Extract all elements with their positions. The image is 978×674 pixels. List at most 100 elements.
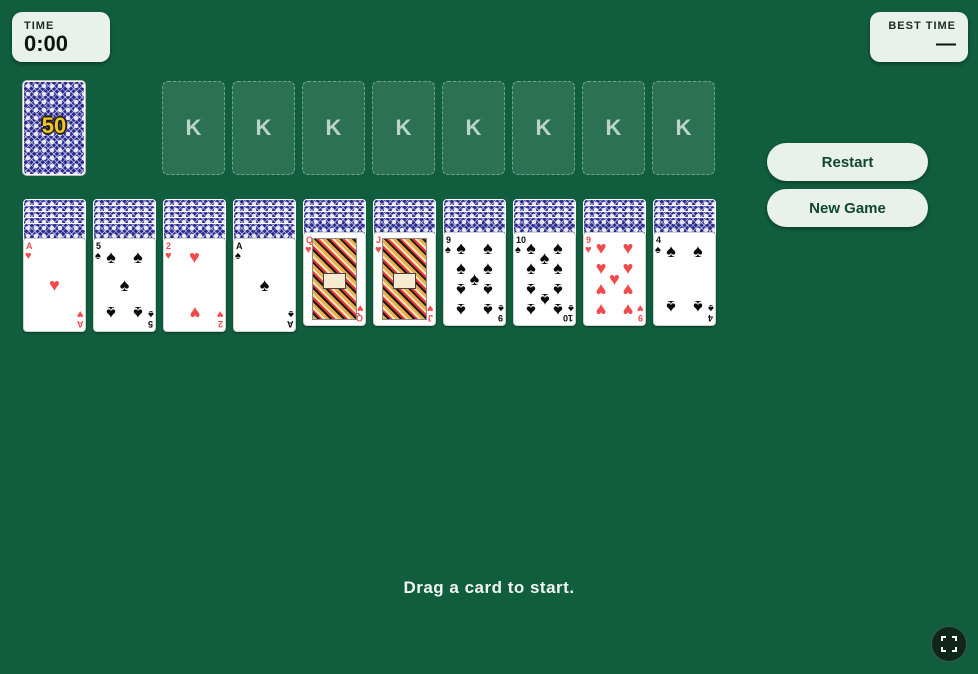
card-pip-icon: ♥	[189, 302, 200, 323]
face-up-card[interactable]: 4 ♠ 4 ♠ ♠ ♠ ♠ ♠	[653, 232, 716, 326]
card-rank: Q	[355, 313, 363, 323]
face-up-card[interactable]: 5 ♠ 5 ♠ ♠ ♠ ♠ ♠ ♠	[93, 238, 156, 332]
card-pip-icon: ♠	[456, 300, 466, 321]
card-rank: A	[76, 319, 84, 329]
card-pip-icon: ♠	[526, 257, 536, 278]
best-time-label: BEST TIME	[888, 20, 956, 32]
card-pip-icon: ♠	[119, 275, 130, 295]
foundation-slot[interactable]: K	[442, 81, 505, 175]
timer-value: 0:00	[24, 31, 69, 56]
card-suit-icon: ♥	[25, 250, 32, 262]
card-pip-icon: ♥	[622, 280, 634, 301]
card-suit-icon: ♠	[568, 302, 574, 314]
card-pip-icon: ♥	[622, 300, 634, 321]
card-pip-icon: ♠	[553, 257, 563, 278]
card-pip-icon: ♥	[189, 247, 200, 268]
new-game-button[interactable]: New Game	[767, 189, 928, 227]
foundation-slot[interactable]: K	[302, 81, 365, 175]
card-pip-icon: ♥	[622, 237, 634, 258]
foundation-slot[interactable]: K	[232, 81, 295, 175]
foundation-slot[interactable]: K	[582, 81, 645, 175]
card-pip-icon: ♠	[526, 280, 536, 301]
card-pip-icon: ♠	[483, 237, 493, 258]
card-pip-icon: ♥	[595, 237, 607, 258]
foundation-slot[interactable]: K	[372, 81, 435, 175]
face-up-card[interactable]: A ♠ A ♠ ♠	[233, 238, 296, 332]
face-up-card[interactable]: A ♥ A ♥ ♥	[23, 238, 86, 332]
foundation-label: K	[535, 115, 552, 140]
face-up-card[interactable]: 9 ♥ 9 ♥ ♥ ♥ ♥ ♥ ♥ ♥ ♥ ♥ ♥	[583, 232, 646, 326]
card-pip-icon: ♥	[49, 275, 60, 295]
card-suit-icon: ♥	[217, 308, 224, 320]
card-pip-icon: ♠	[539, 290, 550, 311]
card-pip-icon: ♠	[133, 302, 143, 323]
card-rank: 10	[562, 313, 573, 323]
card-pip-icon: ♠	[469, 269, 480, 289]
card-suit-icon: ♠	[445, 244, 451, 256]
card-rank: A	[286, 319, 294, 329]
foundation-label: K	[325, 115, 342, 140]
card-rank: 9	[497, 313, 503, 323]
card-pip-icon: ♠	[693, 241, 703, 262]
card-pip-icon: ♥	[609, 269, 620, 289]
card-suit-icon: ♥	[585, 244, 592, 256]
card-pip-icon: ♠	[456, 257, 466, 278]
best-time-value: —	[936, 33, 956, 55]
card-suit-icon: ♥	[305, 244, 312, 256]
card-pip-icon: ♠	[259, 275, 270, 295]
card-pip-icon: ♠	[553, 300, 563, 321]
card-suit-icon: ♠	[148, 308, 154, 320]
foundation-slot[interactable]: K	[652, 81, 715, 175]
card-pip-icon: ♠	[553, 280, 563, 301]
card-suit-icon: ♥	[375, 244, 382, 256]
best-time-panel: BEST TIME —	[870, 12, 968, 62]
card-suit-icon: ♠	[235, 250, 241, 262]
card-suit-icon: ♥	[165, 250, 172, 262]
court-card-band	[323, 273, 346, 289]
card-rank: 2	[217, 319, 223, 329]
face-up-card[interactable]: J ♥ J ♥	[373, 232, 436, 326]
card-suit-icon: ♥	[427, 302, 434, 314]
card-pip-icon: ♠	[539, 247, 550, 268]
card-pip-icon: ♠	[456, 280, 466, 301]
fullscreen-button[interactable]	[931, 626, 967, 662]
card-suit-icon: ♠	[655, 244, 661, 256]
card-suit-icon: ♥	[77, 308, 84, 320]
card-pip-icon: ♠	[666, 241, 676, 262]
face-up-card[interactable]: 2 ♥ 2 ♥ ♥ ♥	[163, 238, 226, 332]
card-suit-icon: ♠	[498, 302, 504, 314]
face-up-card[interactable]: 10 ♠ 10 ♠ ♠ ♠ ♠ ♠ ♠ ♠ ♠ ♠ ♠ ♠	[513, 232, 576, 326]
card-pip-icon: ♠	[693, 296, 703, 317]
card-rank: J	[427, 313, 433, 323]
restart-button[interactable]: Restart	[767, 143, 928, 181]
card-suit-icon: ♠	[708, 302, 714, 314]
card-pip-icon: ♥	[595, 257, 607, 278]
card-pip-icon: ♠	[106, 247, 116, 268]
card-pip-icon: ♠	[106, 302, 116, 323]
card-rank: 9	[637, 313, 643, 323]
court-card-band	[393, 273, 416, 289]
timer-panel: TIME 0:00	[12, 12, 110, 62]
face-up-card[interactable]: 9 ♠ 9 ♠ ♠ ♠ ♠ ♠ ♠ ♠ ♠ ♠ ♠	[443, 232, 506, 326]
card-rank: 5	[147, 319, 153, 329]
card-pip-icon: ♠	[526, 300, 536, 321]
foundation-label: K	[605, 115, 622, 140]
card-suit-icon: ♥	[357, 302, 364, 314]
foundation-slot[interactable]: K	[162, 81, 225, 175]
face-up-card[interactable]: Q ♥ Q ♥	[303, 232, 366, 326]
card-pip-icon: ♠	[483, 300, 493, 321]
foundation-label: K	[395, 115, 412, 140]
court-card-portrait	[382, 238, 427, 320]
card-pip-icon: ♠	[553, 237, 563, 258]
foundation-label: K	[185, 115, 202, 140]
foundation-label: K	[675, 115, 692, 140]
foundation-label: K	[465, 115, 482, 140]
court-card-portrait	[312, 238, 357, 320]
card-pip-icon: ♠	[526, 237, 536, 258]
card-pip-icon: ♠	[456, 237, 466, 258]
stock-pile[interactable]: 50	[23, 81, 85, 175]
card-rank: 4	[707, 313, 713, 323]
foundation-slot[interactable]: K	[512, 81, 575, 175]
fullscreen-icon	[941, 636, 957, 652]
card-pip-icon: ♥	[622, 257, 634, 278]
